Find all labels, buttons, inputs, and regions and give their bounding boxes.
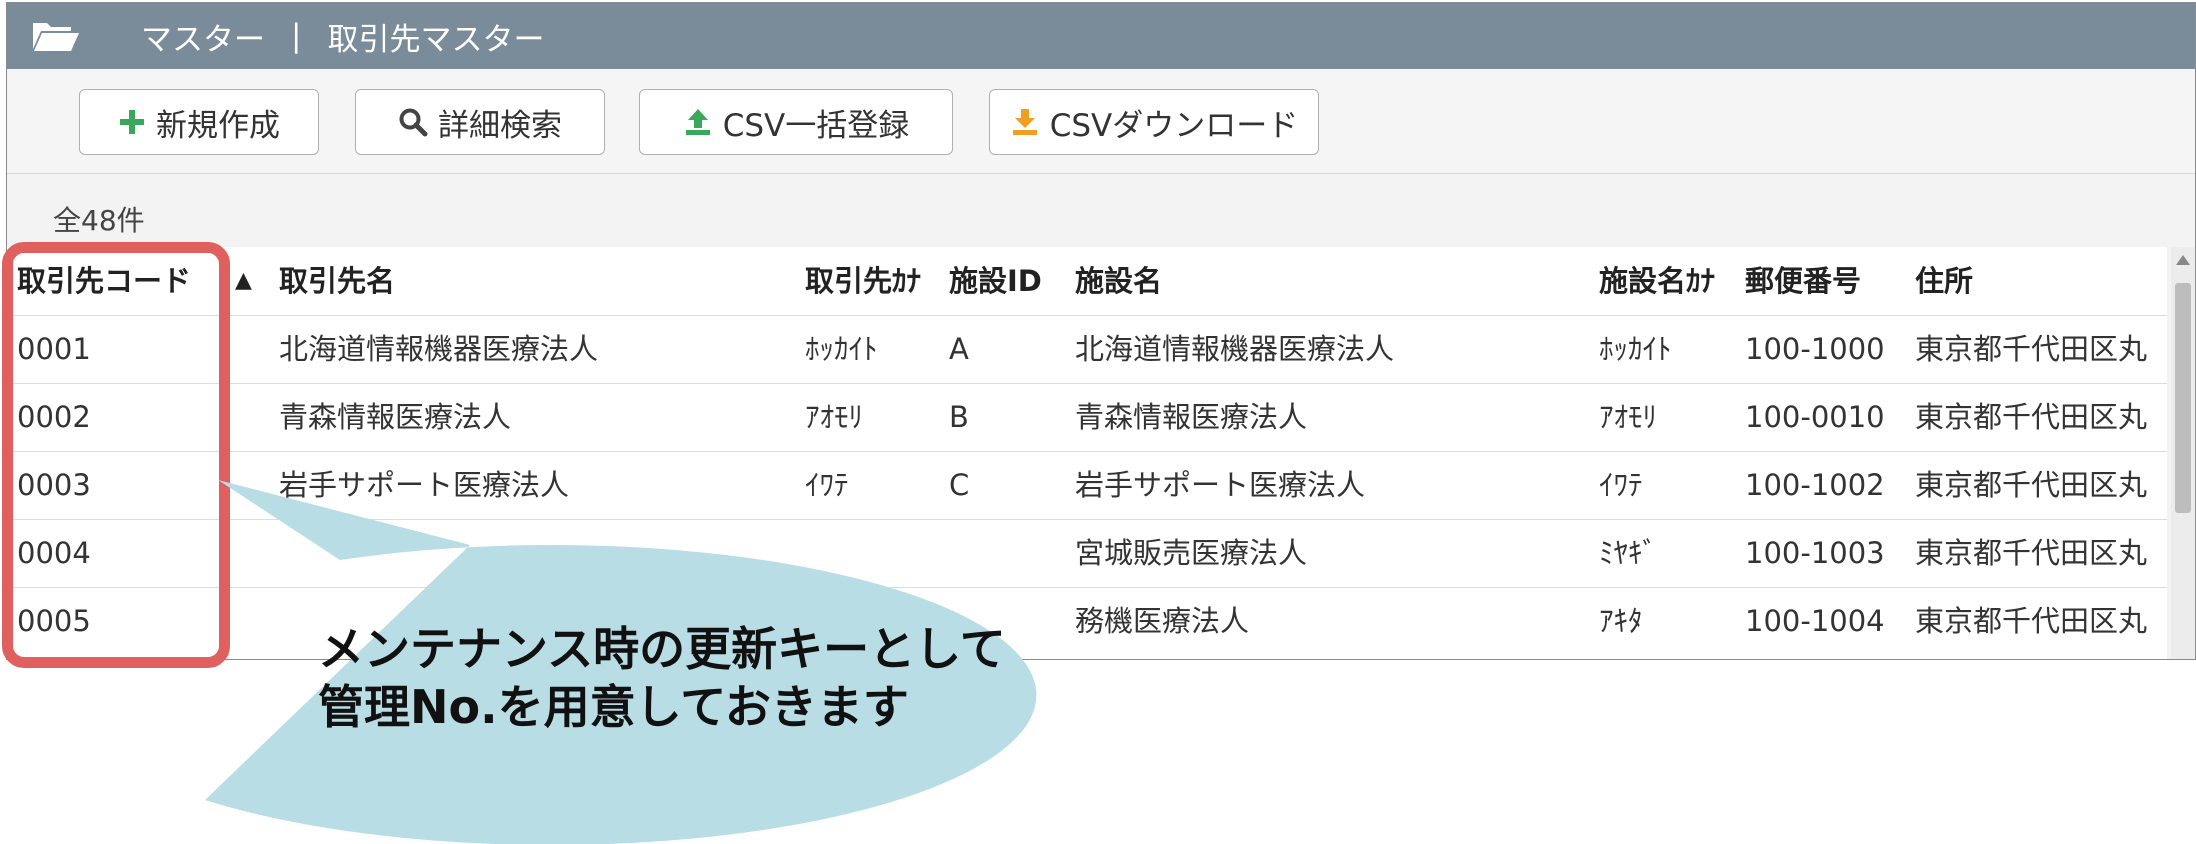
callout-line-2: 管理No.を用意しておきます xyxy=(318,680,909,734)
callout-line-1: メンテナンス時の更新キーとして xyxy=(318,622,1006,676)
callout-text: メンテナンス時の更新キーとして 管理No.を用意しておきます xyxy=(318,620,1006,736)
